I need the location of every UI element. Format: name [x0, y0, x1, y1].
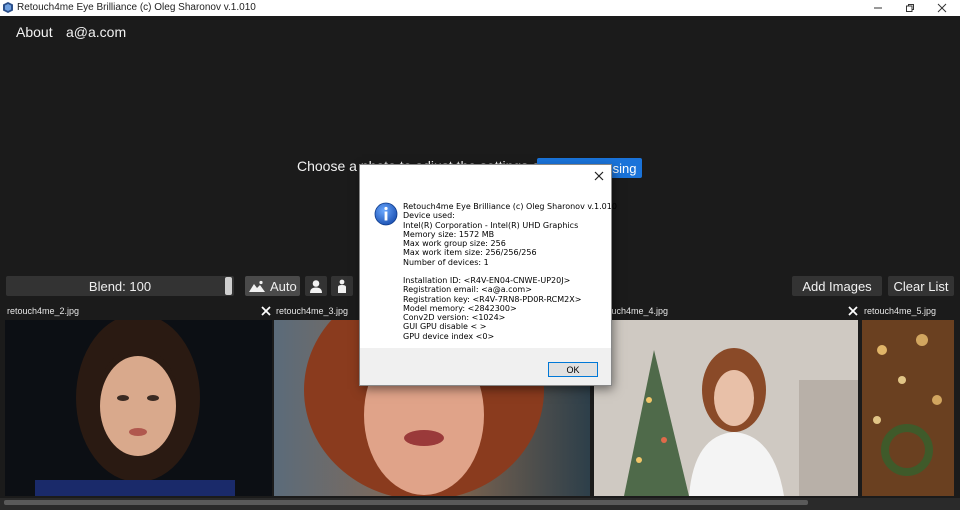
dialog-line: GUI GPU disable < > — [403, 322, 487, 332]
minimize-icon — [874, 7, 882, 9]
dialog-line: Number of devices: 1 — [403, 257, 489, 267]
person-icon — [310, 280, 322, 293]
dialog-line: Retouch4me Eye Brilliance (c) Oleg Sharo… — [403, 202, 617, 211]
remove-icon[interactable] — [260, 305, 272, 317]
dialog-line: GPU device index <0> — [403, 331, 495, 341]
dialog-line: Max work item size: 256/256/256 — [403, 248, 537, 258]
scrollbar-thumb[interactable] — [4, 500, 808, 505]
dialog-line: Registration email: <a@a.com> — [403, 285, 532, 295]
blend-slider-handle[interactable] — [225, 277, 232, 295]
thumbnail-filename: retouch4me_2.jpg — [7, 306, 80, 316]
restore-icon — [906, 4, 914, 12]
account-menu[interactable]: a@a.com — [66, 24, 126, 40]
remove-icon[interactable] — [847, 305, 859, 317]
window-title: Retouch4me Eye Brilliance (c) Oleg Sharo… — [17, 2, 256, 13]
minimize-button[interactable] — [864, 0, 892, 16]
dialog-line: Max work group size: 256 — [403, 239, 506, 248]
blend-label: Blend: 100 — [88, 278, 152, 294]
clear-list-button[interactable]: Clear List — [888, 276, 954, 296]
about-menu[interactable]: About — [16, 24, 53, 40]
dialog-line: Device used: — [403, 211, 455, 221]
landscape-icon — [249, 280, 265, 292]
dialog-line: Memory size: 1572 MB — [403, 229, 495, 239]
dialog-line: Registration key: <R4V-7RN8-PD0R-RCM2X> — [403, 294, 582, 304]
close-window-button[interactable] — [928, 0, 956, 16]
auto-button[interactable]: Auto — [245, 276, 300, 296]
blend-slider[interactable]: Blend: 100 — [6, 276, 234, 296]
about-dialog: Retouch4me Eye Brilliance (c) Oleg Sharo… — [360, 165, 617, 385]
thumbnail-item[interactable]: retouch4me_2.jpg — [5, 303, 272, 496]
thumbnail-image — [862, 320, 954, 496]
thumbnail-image — [594, 320, 858, 496]
title-bar: Retouch4me Eye Brilliance (c) Oleg Sharo… — [0, 0, 960, 16]
dialog-line: Conv2D version: <1024> — [403, 313, 506, 322]
thumbnail-filename: retouch4me_5.jpg — [864, 306, 937, 316]
face-mode-button[interactable] — [305, 276, 327, 296]
ok-button[interactable]: OK — [548, 362, 598, 377]
thumbnail-item[interactable]: retouch4me_5.jpg — [862, 303, 954, 496]
thumbnail-filename: retouch4me_3.jpg — [276, 306, 349, 316]
dialog-line — [403, 267, 617, 276]
add-images-button[interactable]: Add Images — [792, 276, 882, 296]
horizontal-scrollbar[interactable] — [0, 498, 960, 510]
thumbnail-item[interactable]: retouch4me_4.jpg — [594, 303, 858, 496]
close-icon — [937, 3, 947, 13]
info-icon — [374, 202, 398, 226]
app-icon — [3, 2, 13, 13]
body-mode-button[interactable] — [331, 276, 353, 296]
dialog-line: Intel(R) Corporation - Intel(R) UHD Grap… — [403, 220, 579, 230]
thumbnail-image — [5, 320, 272, 496]
person-full-icon — [338, 279, 346, 293]
dialog-line: Installation ID: <R4V-EN04-CNWE-UP20J> — [403, 276, 571, 285]
dialog-message: Retouch4me Eye Brilliance (c) Oleg Sharo… — [403, 202, 617, 341]
restore-button[interactable] — [896, 0, 924, 16]
auto-label: Auto — [270, 278, 297, 294]
dialog-line: Model memory: <2842300> — [403, 303, 517, 313]
dialog-close-icon[interactable] — [592, 169, 606, 183]
